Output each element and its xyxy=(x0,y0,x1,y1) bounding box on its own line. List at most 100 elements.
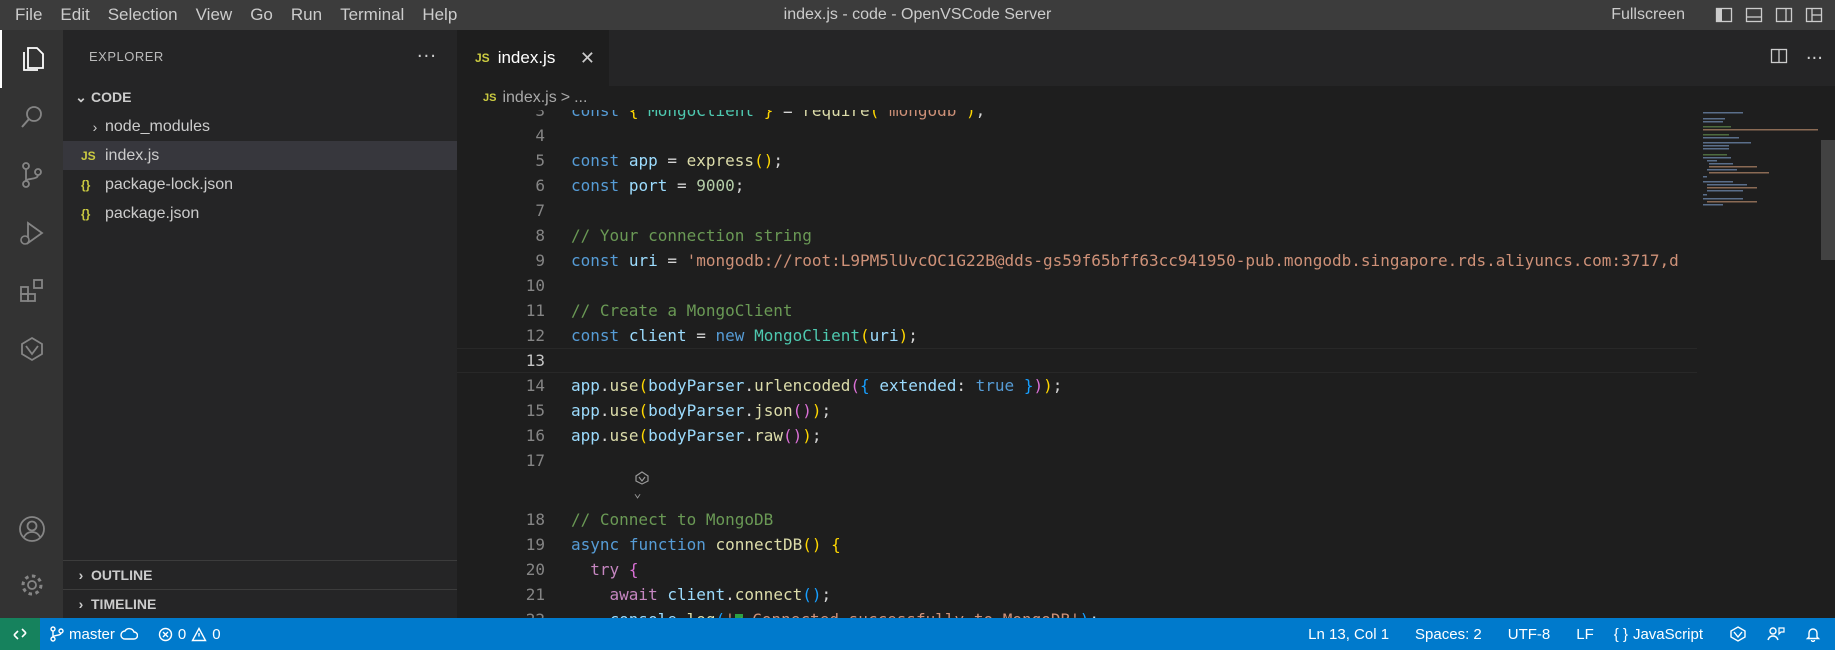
line-number: 11 xyxy=(525,301,545,320)
encoding[interactable]: UTF-8 xyxy=(1498,618,1567,650)
menu-selection[interactable]: Selection xyxy=(99,0,187,30)
explorer-icon[interactable] xyxy=(0,30,63,88)
tab-index-js[interactable]: JS index.js ✕ xyxy=(457,30,609,86)
menu-edit[interactable]: Edit xyxy=(51,0,98,30)
explorer-sidebar: EXPLORER ··· ⌄ CODE › node_modules JS in… xyxy=(63,30,457,618)
close-icon[interactable]: ✕ xyxy=(580,48,595,69)
menu-help[interactable]: Help xyxy=(413,0,466,30)
breadcrumb-file[interactable]: index.js xyxy=(502,89,556,107)
run-debug-icon[interactable] xyxy=(0,204,63,262)
explorer-header: EXPLORER ··· xyxy=(63,30,457,82)
menu-run[interactable]: Run xyxy=(282,0,331,30)
accounts-icon[interactable] xyxy=(0,500,63,558)
scrollbar-thumb[interactable] xyxy=(1821,140,1835,260)
warning-count: 0 xyxy=(212,625,221,643)
chevron-right-icon: › xyxy=(78,567,84,583)
toggle-primary-sidebar-icon[interactable] xyxy=(1709,0,1739,30)
notifications-bell-icon[interactable] xyxy=(1795,618,1835,650)
tree-item-node-modules[interactable]: › node_modules xyxy=(63,112,457,141)
code-comment: // Connect to MongoDB xyxy=(571,510,774,529)
code-line: 4 xyxy=(457,123,1697,148)
code-line: 21 await client.connect(); xyxy=(457,582,1697,607)
menu-terminal[interactable]: Terminal xyxy=(331,0,413,30)
current-line: 13 xyxy=(457,348,1697,373)
search-icon[interactable] xyxy=(0,88,63,146)
end-of-line[interactable]: LF xyxy=(1566,618,1604,650)
line-number: 9 xyxy=(535,251,545,270)
timeline-section[interactable]: › TIMELINE xyxy=(63,589,457,618)
custom-extension-icon[interactable] xyxy=(0,320,63,378)
vertical-scrollbar[interactable] xyxy=(1819,110,1835,618)
extensions-icon[interactable] xyxy=(0,262,63,320)
folder-section-code[interactable]: ⌄ CODE xyxy=(63,82,457,112)
indentation[interactable]: Spaces: 2 xyxy=(1405,618,1498,650)
code-line: 14 app.use(bodyParser.urlencoded({ exten… xyxy=(457,373,1697,398)
code-editor[interactable]: 3 const { MongoClient } = require('mongo… xyxy=(457,110,1697,618)
branch-name: master xyxy=(69,625,115,643)
json-file-icon: {} xyxy=(81,206,91,221)
menu-go[interactable]: Go xyxy=(241,0,282,30)
split-editor-icon[interactable] xyxy=(1770,47,1788,69)
code-line: 8 // Your connection string xyxy=(457,223,1697,248)
editor-actions: ··· xyxy=(1770,30,1823,86)
code-text: try { xyxy=(590,560,639,579)
code-text: const app = express(); xyxy=(571,151,783,170)
line-number: 21 xyxy=(525,585,545,604)
remote-indicator-icon[interactable] xyxy=(0,618,40,650)
outline-section[interactable]: › OUTLINE xyxy=(63,560,457,589)
javascript-file-icon: JS xyxy=(475,51,490,65)
extension-status-icon[interactable] xyxy=(1719,618,1757,650)
breadcrumb-symbols[interactable]: ... xyxy=(574,89,587,107)
tree-item-label: index.js xyxy=(105,146,160,164)
line-number: 8 xyxy=(535,226,545,245)
codelens[interactable]: ⌄ xyxy=(457,471,1697,501)
menu-view[interactable]: View xyxy=(187,0,242,30)
code-text: app.use(bodyParser.raw()); xyxy=(571,426,822,445)
code-line: 6 const port = 9000; xyxy=(457,173,1697,198)
toggle-secondary-sidebar-icon[interactable] xyxy=(1769,0,1799,30)
code-text: const port = 9000; xyxy=(571,176,745,195)
more-actions-icon[interactable]: ··· xyxy=(1806,48,1823,69)
problems-status[interactable]: 0 0 xyxy=(148,618,231,650)
customize-layout-icon[interactable] xyxy=(1799,0,1829,30)
git-branch-icon xyxy=(50,626,64,642)
fullscreen-button[interactable]: Fullscreen xyxy=(1611,6,1685,24)
line-number: 22 xyxy=(457,610,545,618)
tree-item-package-json[interactable]: {} package.json xyxy=(63,199,457,228)
error-icon xyxy=(158,627,173,641)
editor-area: JS index.js ✕ ··· JS index.js > ... 3 co… xyxy=(457,30,1835,618)
title-actions: Fullscreen xyxy=(1611,0,1835,30)
code-line: 15 app.use(bodyParser.json()); xyxy=(457,398,1697,423)
feedback-icon[interactable] xyxy=(1757,618,1795,650)
line-number: 10 xyxy=(525,276,545,295)
branch-status[interactable]: master xyxy=(40,618,148,650)
more-actions-icon[interactable]: ··· xyxy=(417,46,437,67)
status-right: Ln 13, Col 1 Spaces: 2 UTF-8 LF { } Java… xyxy=(1298,618,1835,650)
json-file-icon: {} xyxy=(81,177,91,192)
explorer-title: EXPLORER xyxy=(89,48,164,64)
line-number: 4 xyxy=(535,126,545,145)
language-mode[interactable]: { } JavaScript xyxy=(1604,618,1719,650)
tab-label: index.js xyxy=(497,48,556,67)
toggle-panel-icon[interactable] xyxy=(1739,0,1769,30)
tree-item-index-js[interactable]: JS index.js xyxy=(63,141,457,170)
code-line: 7 xyxy=(457,198,1697,223)
cursor-position[interactable]: Ln 13, Col 1 xyxy=(1298,618,1405,650)
line-number: 7 xyxy=(535,201,545,220)
code-text: console.log('✓ Connected successfully to… xyxy=(545,610,1099,618)
code-text: const uri = 'mongodb://root:L9PM5lUvcOC1… xyxy=(571,251,1679,270)
manage-gear-icon[interactable] xyxy=(0,556,63,614)
code-line: 20 try { xyxy=(457,557,1697,582)
menu-file[interactable]: File xyxy=(6,0,51,30)
tree-item-package-lock-json[interactable]: {} package-lock.json xyxy=(63,170,457,199)
line-number: 6 xyxy=(535,176,545,195)
source-control-icon[interactable] xyxy=(0,146,63,204)
code-line: 19 async function connectDB() { xyxy=(457,532,1697,557)
code-line: 11 // Create a MongoClient xyxy=(457,298,1697,323)
braces-icon: { } xyxy=(1613,625,1628,643)
minimap[interactable] xyxy=(1699,110,1819,618)
status-left: master 0 0 xyxy=(40,618,231,650)
code-text: app.use(bodyParser.json()); xyxy=(571,401,832,420)
javascript-file-icon: JS xyxy=(483,92,497,104)
code-text: app.use(bodyParser.urlencoded({ extended… xyxy=(571,376,1063,395)
